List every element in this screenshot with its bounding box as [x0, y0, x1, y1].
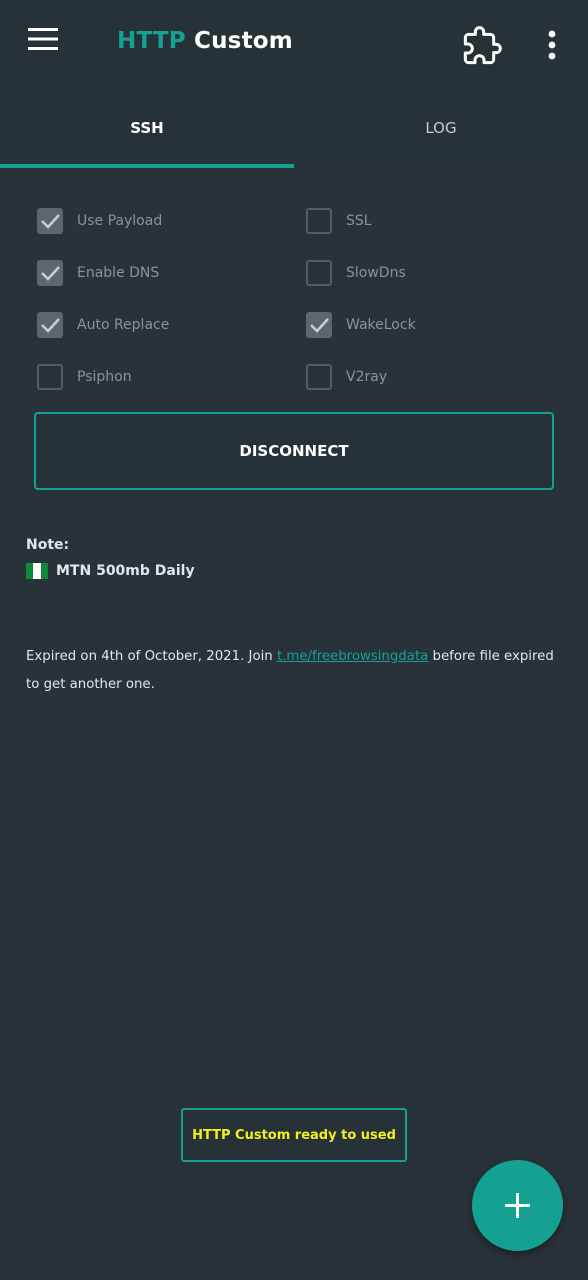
checkbox-unchecked-icon: [306, 364, 332, 390]
checkbox-checked-icon: [37, 260, 63, 286]
checkbox-checked-icon: [37, 312, 63, 338]
ssl-label: SSL: [346, 213, 372, 229]
checkbox-checked-icon: [37, 208, 63, 234]
plus-icon: [505, 1193, 530, 1218]
use-payload-checkbox[interactable]: Use Payload: [37, 205, 162, 237]
v2ray-label: V2ray: [346, 369, 388, 385]
psiphon-label: Psiphon: [77, 369, 132, 385]
ssl-checkbox[interactable]: SSL: [306, 205, 372, 237]
tab-log[interactable]: LOG: [294, 88, 588, 168]
puzzle-icon[interactable]: [462, 26, 502, 66]
note-body: Expired on 4th of October, 2021. Join t.…: [26, 643, 566, 699]
disconnect-button[interactable]: DISCONNECT: [34, 412, 554, 490]
slowdns-label: SlowDns: [346, 265, 406, 281]
note-label: Note:: [26, 537, 70, 553]
wakelock-checkbox[interactable]: WakeLock: [306, 309, 416, 341]
telegram-link[interactable]: t.me/freebrowsingdata: [277, 649, 428, 664]
wakelock-label: WakeLock: [346, 317, 416, 333]
psiphon-checkbox[interactable]: Psiphon: [37, 361, 132, 393]
tab-bar: SSH LOG: [0, 88, 588, 168]
add-fab-button[interactable]: [472, 1160, 563, 1251]
checkbox-checked-icon: [306, 312, 332, 338]
enable-dns-label: Enable DNS: [77, 265, 160, 281]
auto-replace-label: Auto Replace: [77, 317, 170, 333]
note-plan: MTN 500mb Daily: [26, 563, 195, 579]
app-title-rest: Custom: [194, 28, 293, 54]
v2ray-checkbox[interactable]: V2ray: [306, 361, 387, 393]
checkbox-unchecked-icon: [306, 208, 332, 234]
tab-ssh[interactable]: SSH: [0, 88, 294, 168]
use-payload-label: Use Payload: [77, 213, 163, 229]
enable-dns-checkbox[interactable]: Enable DNS: [37, 257, 159, 289]
app-title-accent: HTTP: [117, 28, 186, 54]
checkbox-unchecked-icon: [306, 260, 332, 286]
app-bar: HTTP Custom: [0, 0, 588, 88]
app-title: HTTP Custom: [117, 28, 293, 54]
slowdns-checkbox[interactable]: SlowDns: [306, 257, 406, 289]
hamburger-menu-icon[interactable]: [26, 26, 66, 62]
nigeria-flag-icon: [26, 563, 48, 579]
checkbox-unchecked-icon: [37, 364, 63, 390]
auto-replace-checkbox[interactable]: Auto Replace: [37, 309, 169, 341]
note-expiry-text: Expired on 4th of October, 2021. Join: [26, 649, 273, 664]
status-toast: HTTP Custom ready to used: [181, 1108, 407, 1162]
note-plan-text: MTN 500mb Daily: [56, 563, 195, 579]
more-vert-icon[interactable]: [538, 26, 566, 66]
